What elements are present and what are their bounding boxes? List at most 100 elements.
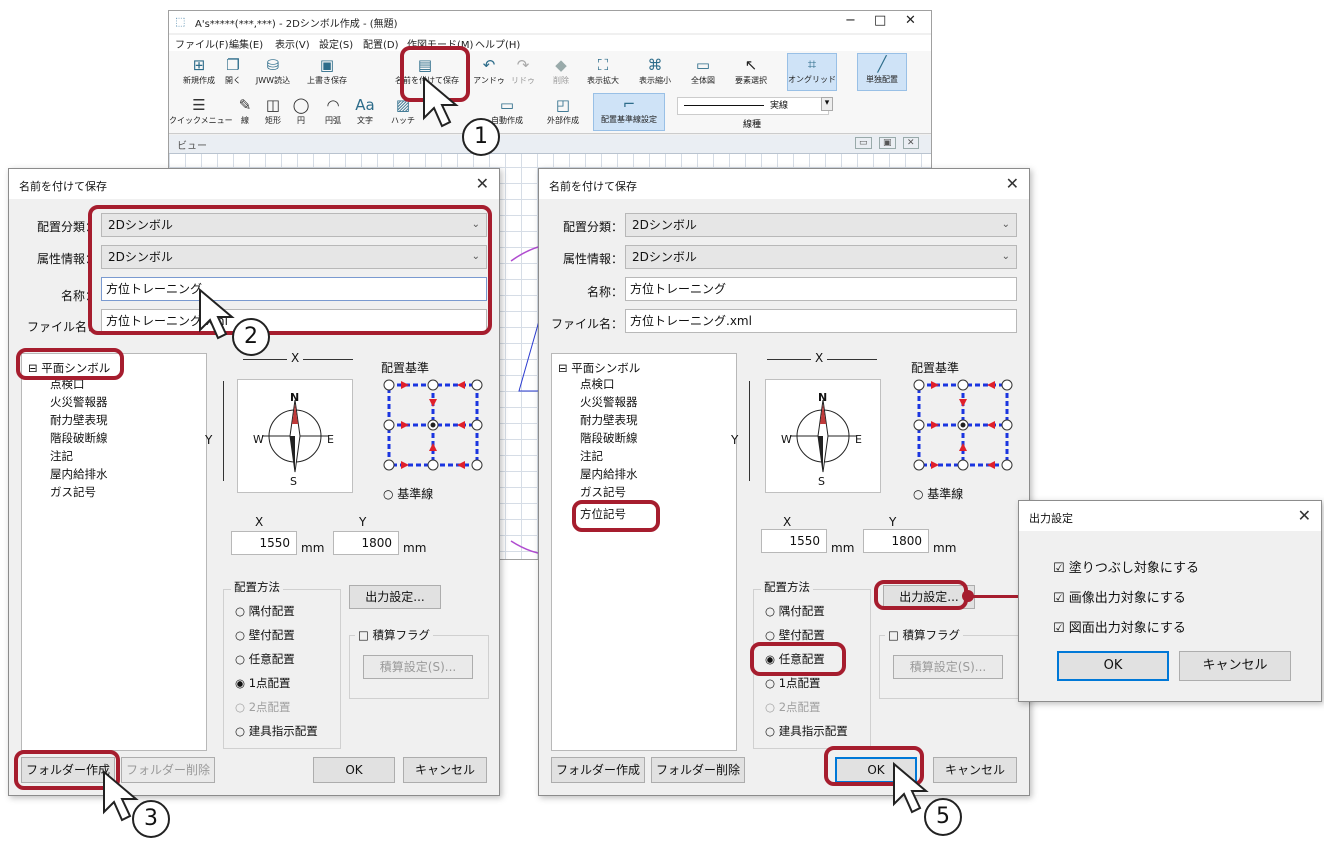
compass-n: N	[818, 391, 828, 404]
line-type-dropdown-icon[interactable]: ▾	[821, 97, 833, 111]
tree-item[interactable]: 火災警報器	[50, 394, 108, 410]
image-output-checkbox[interactable]: ☑ 画像出力対象にする	[1053, 587, 1186, 606]
close-icon[interactable]: ✕	[905, 13, 916, 28]
sum-settings-button[interactable]: 積算設定(S)...	[363, 655, 473, 679]
tree-item[interactable]: 注記	[580, 448, 603, 464]
folder-create-button[interactable]: フォルダー作成	[551, 757, 645, 783]
tree-item[interactable]: 階段破断線	[580, 430, 638, 446]
name-input[interactable]: 方位トレーニング	[625, 277, 1017, 301]
placement-base-grid[interactable]	[381, 377, 485, 471]
toolbar-base-line-button[interactable]: ⌐ 配置基準線設定	[593, 93, 665, 131]
x-size-input[interactable]: 1550	[231, 531, 297, 555]
method-wall-radio[interactable]: ○ 壁付配置	[765, 627, 825, 643]
output-dialog-close-icon[interactable]: ✕	[1298, 506, 1311, 525]
output-cancel-button[interactable]: キャンセル	[1179, 651, 1291, 681]
tree-item[interactable]: ガス記号	[50, 484, 96, 500]
toolbar-on-grid-button[interactable]: ⌗ オングリッド	[787, 53, 837, 91]
method-fitting-radio[interactable]: ○ 建具指示配置	[765, 723, 848, 739]
dialog1-title: 名前を付けて保存	[19, 180, 107, 193]
toolbar-zoom-in-button[interactable]: ⛶ 表示拡大	[583, 55, 623, 91]
toolbar-zoom-out-button[interactable]: ⌘ 表示縮小	[635, 55, 675, 91]
tree-item[interactable]: 屋内給排水	[580, 466, 638, 482]
view-close-icon[interactable]: ✕	[903, 137, 919, 149]
tree-item[interactable]: ガス記号	[580, 484, 626, 500]
highlight-tree-root	[16, 348, 124, 380]
file-label: ファイル名：	[27, 320, 100, 334]
method-fitting-radio[interactable]: ○ 建具指示配置	[235, 723, 318, 739]
highlight-free-placement	[750, 642, 846, 676]
compass-e: E	[327, 433, 334, 446]
y-size-input[interactable]: 1800	[333, 531, 399, 555]
ok-button[interactable]: OK	[313, 757, 395, 783]
cancel-button[interactable]: キャンセル	[403, 757, 487, 783]
maximize-icon[interactable]: □	[874, 13, 886, 28]
method-two-point-radio[interactable]: ○ 2点配置	[235, 699, 291, 715]
toolbar-fit-button[interactable]: ▭ 全体図	[683, 55, 723, 91]
method-corner-radio[interactable]: ○ 隅付配置	[235, 603, 295, 619]
method-wall-radio[interactable]: ○ 壁付配置	[235, 627, 295, 643]
tree-item[interactable]: 屋内給排水	[50, 466, 108, 482]
toolbar-single-place-button[interactable]: ╱ 単独配置	[857, 53, 907, 91]
folder-delete-button[interactable]: フォルダー削除	[651, 757, 745, 783]
toolbar-save-button[interactable]: ▣ 上書き保存	[307, 55, 347, 91]
file-label: ファイル名：	[550, 317, 623, 331]
menu-help[interactable]: ヘルプ(H)	[475, 36, 520, 51]
placement-base-grid[interactable]	[911, 377, 1015, 471]
file-input[interactable]: 方位トレーニング.xml	[625, 309, 1017, 333]
sum-flag-checkbox[interactable]: □ 積算フラグ	[885, 627, 964, 643]
method-one-point-radio[interactable]: ○ 1点配置	[765, 675, 821, 691]
base-line-radio[interactable]: ○ 基準線	[913, 485, 963, 502]
output-ok-button[interactable]: OK	[1057, 651, 1169, 681]
attr-label: 属性情報：	[36, 252, 97, 266]
compass-w: W	[781, 433, 792, 446]
menu-file[interactable]: ファイル(F)	[175, 36, 229, 51]
tree-root[interactable]: ⊟ 平面シンボル	[558, 360, 640, 376]
menu-settings[interactable]: 設定(S)	[319, 36, 353, 51]
tree-item[interactable]: 点検口	[580, 376, 615, 392]
category-select[interactable]: 2Dシンボル ⌄	[625, 213, 1017, 237]
method-one-point-radio[interactable]: ◉ 1点配置	[235, 675, 291, 691]
app-logo-icon: ⬚	[175, 15, 186, 28]
line-type-select[interactable]: 実線	[677, 97, 829, 115]
toolbar-select-button[interactable]: ↖ 要素選択	[731, 55, 771, 91]
toolbar-external-create-button[interactable]: ◰ 外部作成	[543, 95, 583, 131]
tree-item[interactable]: 注記	[50, 448, 73, 464]
tree-item[interactable]: 階段破断線	[50, 430, 108, 446]
method-two-point-radio[interactable]: ○ 2点配置	[765, 699, 821, 715]
view-restore-icon[interactable]: ▣	[879, 137, 896, 149]
output-settings-button[interactable]: 出力設定...	[349, 585, 441, 609]
line-type-label: 線種	[743, 120, 762, 130]
minimize-icon[interactable]: −	[845, 13, 856, 28]
fit-all-icon: ▭	[695, 56, 711, 74]
x-size-input[interactable]: 1550	[761, 529, 827, 553]
y-size-input[interactable]: 1800	[863, 529, 929, 553]
attr-select[interactable]: 2Dシンボル ⌄	[625, 245, 1017, 269]
dialog1-close-icon[interactable]: ✕	[476, 174, 489, 193]
compass-e: E	[855, 433, 862, 446]
sum-settings-button[interactable]: 積算設定(S)...	[893, 655, 1003, 679]
menu-view[interactable]: 表示(V)	[275, 36, 310, 51]
dialog2-close-icon[interactable]: ✕	[1006, 174, 1019, 193]
method-free-radio[interactable]: ○ 任意配置	[235, 651, 295, 667]
tree-item[interactable]: 火災警報器	[580, 394, 638, 410]
fill-target-checkbox[interactable]: ☑ 塗りつぶし対象にする	[1053, 557, 1199, 576]
drawing-output-checkbox[interactable]: ☑ 図面出力対象にする	[1053, 617, 1186, 636]
base-line-radio[interactable]: ○ 基準線	[383, 485, 433, 502]
tree-collapse-icon: ⊟	[558, 361, 568, 375]
y-dimension-label: Y	[731, 433, 739, 447]
jww-import-icon: ⛁	[266, 56, 280, 74]
symbol-tree[interactable]: ⊟ 平面シンボル 点検口 火災警報器 耐力壁表現 階段破断線 注記 屋内給排水 …	[21, 353, 207, 751]
tree-item[interactable]: 耐力壁表現	[580, 412, 638, 428]
toolbar-jww-button[interactable]: ⛁ JWW読込	[253, 55, 293, 91]
auto-create-icon: ▭	[499, 96, 515, 114]
menu-place[interactable]: 配置(D)	[363, 36, 399, 51]
view-minimize-icon[interactable]: ▭	[855, 137, 872, 149]
y-dimension-line	[749, 381, 750, 481]
menu-edit[interactable]: 編集(E)	[229, 36, 263, 51]
tree-item[interactable]: 耐力壁表現	[50, 412, 108, 428]
symbol-tree[interactable]: ⊟ 平面シンボル 点検口 火災警報器 耐力壁表現 階段破断線 注記 屋内給排水 …	[551, 353, 737, 751]
connector-line	[968, 595, 1024, 598]
sum-flag-checkbox[interactable]: □ 積算フラグ	[355, 627, 434, 643]
toolbar-quick-menu-button[interactable]: ☰ クイックメニュー	[169, 95, 233, 131]
method-corner-radio[interactable]: ○ 隅付配置	[765, 603, 825, 619]
